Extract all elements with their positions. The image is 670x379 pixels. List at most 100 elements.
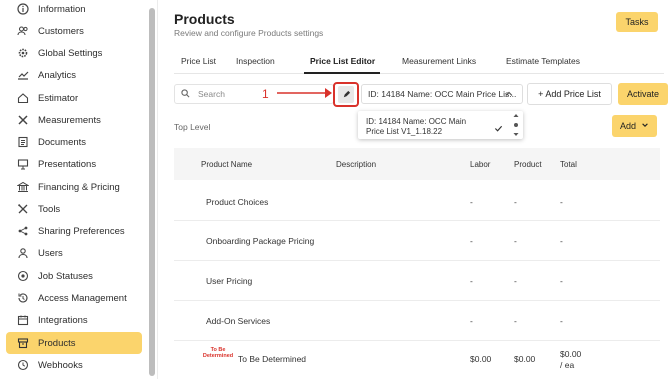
column-header: Description [336,160,377,169]
info-icon [16,2,30,16]
tab-estimate-templates[interactable]: Estimate Templates [506,56,580,66]
price-list-select[interactable]: ID: 14184 Name: OCC Main Price Lis... [361,84,523,104]
product-name: Add-On Services [206,316,271,326]
document-icon [16,135,30,149]
sidebar-item-tools[interactable]: Tools [6,198,142,220]
main-content: Products Review and configure Products s… [158,0,670,379]
edit-button[interactable] [338,86,354,103]
sidebar-item-information[interactable]: Information [6,0,142,20]
tab-measurement-links[interactable]: Measurement Links [402,56,476,66]
column-header: Total [560,160,577,169]
product-value: $0.00 [514,354,536,364]
table-row[interactable]: User Pricing - - - [174,261,660,301]
product-value: - [514,236,517,246]
sidebar: Information Customers Global Settings An… [0,0,158,379]
activate-button[interactable]: Activate [618,83,668,105]
sidebar-item-measurements[interactable]: Measurements [6,109,142,131]
product-value: - [514,197,517,207]
sidebar-item-customers[interactable]: Customers [6,20,142,42]
sidebar-item-label: Financing & Pricing [38,181,120,193]
sidebar-item-global-settings[interactable]: Global Settings [6,42,142,64]
tools-cross-icon [16,113,30,127]
sidebar-item-documents[interactable]: Documents [6,131,142,153]
labor-value: - [470,236,473,246]
page-subtitle: Review and configure Products settings [174,28,324,38]
product-name: Product Choices [206,197,269,207]
sidebar-item-sharing-preferences[interactable]: Sharing Preferences [6,220,142,242]
sidebar-item-job-statuses[interactable]: Job Statuses [6,265,142,287]
tab-price-list[interactable]: Price List [181,56,216,66]
active-tab-indicator [304,72,380,74]
sidebar-item-label: Integrations [38,314,88,326]
dropdown-option[interactable]: ID: 14184 Name: OCC Main Price List V1_1… [366,117,486,137]
box-icon [16,336,30,350]
sidebar-item-label: Measurements [38,114,101,126]
table-row[interactable]: Product Choices - - - [174,181,660,221]
gear-icon [16,46,30,60]
page-title: Products [174,11,235,27]
presentation-icon [16,157,30,171]
sidebar-item-users[interactable]: Users [6,242,142,264]
sidebar-item-access-management[interactable]: Access Management [6,287,142,309]
sidebar-item-integrations[interactable]: Integrations [6,309,142,331]
webhook-icon [16,358,30,372]
table-row[interactable]: To Be Determined To Be Determined $0.00 … [174,341,660,379]
sidebar-item-label: Documents [38,136,87,148]
sidebar-item-webhooks[interactable]: Webhooks [6,354,142,376]
bank-icon [16,180,30,194]
total-value: - [560,236,563,246]
price-list-dropdown: ID: 14184 Name: OCC Main Price List V1_1… [358,111,523,139]
sidebar-item-label: Access Management [38,292,127,304]
sidebar-item-label: Sharing Preferences [38,225,125,237]
pencil-icon [342,86,351,104]
sidebar-item-label: Estimator [38,92,79,104]
annotation-number: 1 [262,87,269,101]
target-icon [16,269,30,283]
sidebar-item-label: Webhooks [38,359,83,371]
sidebar-item-label: Job Statuses [38,270,93,282]
add-button[interactable]: Add [612,115,657,137]
chart-icon [16,68,30,82]
tasks-button[interactable]: Tasks [616,12,658,32]
home-icon [16,91,30,105]
tab-inspection[interactable]: Inspection [236,56,275,66]
labor-value: $0.00 [470,354,492,364]
sidebar-item-label: Users [38,247,63,259]
add-price-list-button[interactable]: + Add Price List [527,83,612,105]
sidebar-item-label: Customers [38,25,84,37]
history-icon [16,291,30,305]
tbd-logo: To Be Determined [202,347,234,359]
add-button-label: Add [619,121,636,131]
sidebar-item-products[interactable]: Products [6,332,142,354]
share-icon [16,224,30,238]
chevron-down-icon [641,121,649,131]
tab-price-list-editor[interactable]: Price List Editor [310,56,375,66]
column-header: Labor [470,160,491,169]
sidebar-item-label: Information [38,3,86,15]
search-icon [181,88,190,100]
product-name: User Pricing [206,276,253,286]
users-icon [16,24,30,38]
sidebar-scrollbar[interactable] [149,8,155,376]
sidebar-item-financing-pricing[interactable]: Financing & Pricing [6,176,142,198]
sidebar-item-analytics[interactable]: Analytics [6,64,142,86]
dropdown-scrollbar[interactable] [512,113,520,137]
column-header: Product [514,160,542,169]
table-row[interactable]: Onboarding Package Pricing - - - [174,221,660,261]
sidebar-item-presentations[interactable]: Presentations [6,153,142,175]
price-list-select-value: ID: 14184 Name: OCC Main Price Lis... [368,89,517,99]
annotation-arrow-icon [277,88,332,98]
product-name: To Be Determined [238,354,307,364]
table-row[interactable]: Add-On Services - - - [174,301,660,341]
labor-value: - [470,197,473,207]
total-value: - [560,276,563,286]
calendar-icon [16,313,30,327]
sidebar-item-estimator[interactable]: Estimator [6,87,142,109]
user-icon [16,246,30,260]
labor-value: - [470,276,473,286]
product-value: - [514,316,517,326]
sidebar-item-label: Analytics [38,69,77,81]
product-name: Onboarding Package Pricing [206,236,315,246]
labor-value: - [470,316,473,326]
total-unit: / ea [560,360,575,370]
